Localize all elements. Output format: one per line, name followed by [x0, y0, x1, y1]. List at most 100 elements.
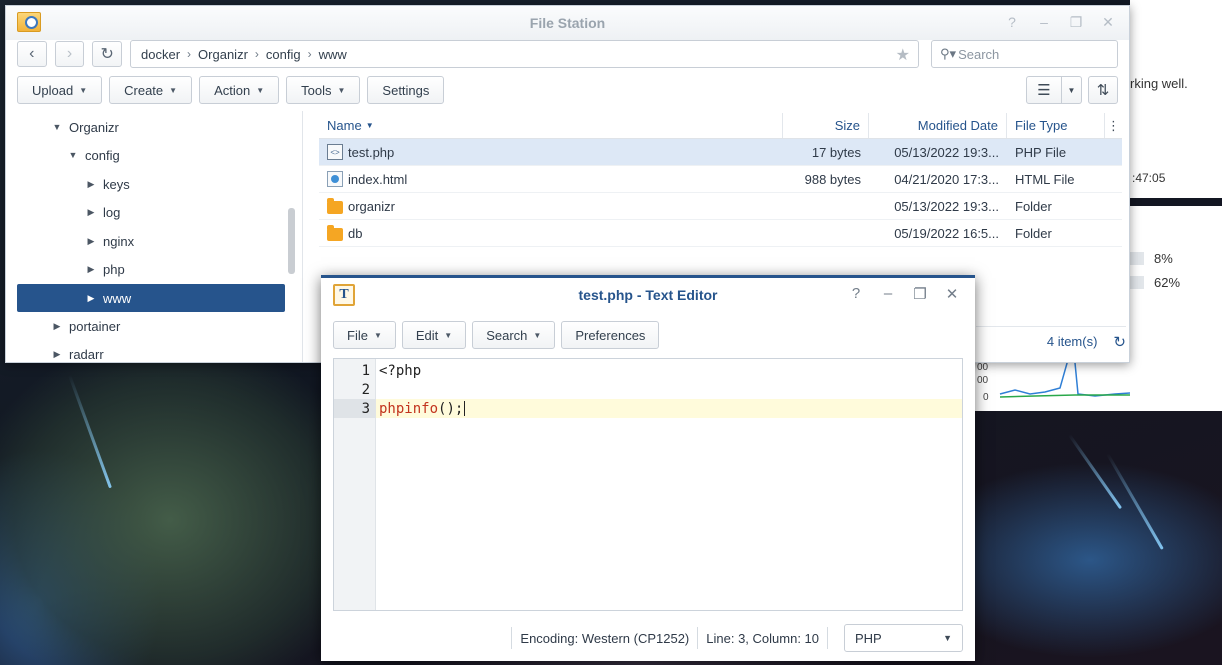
file-list: Name ▼ Size Modified Date File Type ⋮ <> t…: [319, 113, 1122, 247]
tree-item-label: keys: [103, 176, 130, 192]
file-list-status-bar: 4 item(s) ↻: [976, 326, 1126, 356]
upload-button[interactable]: Upload ▼: [17, 76, 103, 104]
preferences-button[interactable]: Preferences: [561, 321, 660, 349]
sort-button[interactable]: ⇅: [1088, 76, 1118, 104]
line-number: 3: [361, 400, 370, 417]
tree-item-keys[interactable]: ▶ keys: [17, 170, 130, 198]
tree-item-radarr[interactable]: ▶ radarr: [17, 340, 104, 362]
forward-button[interactable]: ›: [54, 41, 85, 67]
folder-icon: [327, 197, 343, 214]
close-icon[interactable]: ✕: [943, 285, 961, 303]
file-name: index.html: [348, 171, 408, 187]
tree-item-php[interactable]: ▶ php: [17, 255, 125, 283]
column-header-type[interactable]: File Type: [1007, 113, 1105, 138]
php-file-icon: <>: [327, 144, 343, 160]
encoding-status[interactable]: Encoding: Western (CP1252): [520, 631, 689, 646]
back-button[interactable]: ‹: [17, 41, 47, 67]
help-icon[interactable]: ?: [1003, 14, 1021, 31]
file-type: Folder: [1015, 198, 1052, 214]
caret-right-icon[interactable]: ▶: [85, 179, 97, 190]
file-station-titlebar[interactable]: File Station ? – ❐ ✕: [6, 6, 1129, 40]
caret-right-icon[interactable]: ▶: [85, 236, 97, 247]
tree-item-www[interactable]: ▶ www: [17, 284, 285, 312]
caret-down-icon: ▼: [373, 330, 382, 340]
language-select[interactable]: PHP ▼: [844, 624, 963, 652]
file-row-organizr[interactable]: organizr 05/13/2022 19:3... Folder: [319, 193, 1122, 220]
file-modified: 05/19/2022 16:5...: [894, 225, 999, 241]
code-line-active[interactable]: 3 phpinfo();: [334, 399, 962, 418]
code-punctuation: ();: [438, 400, 464, 417]
file-row-test-php[interactable]: <> test.php 17 bytes 05/13/2022 19:3... P…: [319, 139, 1122, 166]
caret-down-icon[interactable]: ▼: [67, 150, 79, 160]
caret-down-icon: ▼: [256, 85, 265, 95]
tree-item-portainer[interactable]: ▶ portainer: [17, 312, 121, 340]
tree-scrollbar[interactable]: [288, 208, 295, 274]
action-button[interactable]: Action ▼: [199, 76, 280, 104]
close-icon[interactable]: ✕: [1099, 14, 1117, 31]
column-menu-icon[interactable]: ⋮: [1105, 113, 1122, 138]
maximize-icon[interactable]: ❐: [1067, 14, 1085, 31]
text-editor-titlebar[interactable]: T test.php - Text Editor ? – ❐ ✕: [321, 278, 975, 312]
edit-menu-button[interactable]: Edit ▼: [401, 321, 467, 349]
tools-button[interactable]: Tools ▼: [286, 76, 361, 104]
sort-desc-icon: ▼: [365, 121, 374, 130]
file-size: 988 bytes: [804, 171, 861, 187]
code-editor[interactable]: 1 <?php 2 3 phpinfo();: [333, 358, 963, 611]
column-header-modified[interactable]: Modified Date: [869, 113, 1007, 138]
code-line[interactable]: 1 <?php: [334, 361, 962, 380]
file-modified: 04/21/2020 17:3...: [894, 171, 999, 187]
caret-right-icon[interactable]: ▶: [85, 207, 97, 218]
chevron-right-icon: ›: [254, 47, 259, 61]
create-label: Create: [124, 82, 164, 98]
tree-item-config[interactable]: ▼ config: [17, 141, 120, 169]
caret-right-icon[interactable]: ▶: [51, 349, 63, 360]
breadcrumb-item-docker[interactable]: docker: [141, 47, 180, 62]
search-field[interactable]: ⚲▾: [931, 40, 1119, 68]
tree-item-label: php: [103, 261, 125, 277]
settings-label: Settings: [382, 82, 430, 98]
tools-label: Tools: [301, 82, 332, 98]
line-number: 2: [361, 381, 370, 398]
breadcrumb-item-config[interactable]: config: [266, 47, 301, 62]
create-button[interactable]: Create ▼: [109, 76, 193, 104]
breadcrumb-item-www[interactable]: www: [319, 47, 347, 62]
caret-down-icon[interactable]: ▼: [51, 122, 63, 132]
star-icon[interactable]: ★: [896, 45, 910, 65]
file-row-db[interactable]: db 05/19/2022 16:5... Folder: [319, 220, 1122, 247]
html-file-icon: [327, 171, 343, 187]
folder-tree: ▼ Organizr ▼ config ▶ keys ▶ log ▶ nginx ▶ php…: [17, 113, 301, 362]
minimize-icon[interactable]: –: [1035, 14, 1053, 31]
tree-item-nginx[interactable]: ▶ nginx: [17, 227, 135, 255]
search-input[interactable]: [958, 46, 1099, 62]
caret-down-icon: ▼: [337, 85, 346, 95]
file-row-index-html[interactable]: index.html 988 bytes 04/21/2020 17:3... …: [319, 166, 1122, 193]
code-keyword: phpinfo: [379, 400, 439, 417]
tree-item-log[interactable]: ▶ log: [17, 198, 121, 226]
list-view-button[interactable]: ☰: [1026, 76, 1062, 104]
code-line[interactable]: 2: [334, 380, 962, 399]
tree-item-organizr[interactable]: ▼ Organizr: [17, 113, 119, 141]
breadcrumb-item-organizr[interactable]: Organizr: [198, 47, 248, 62]
file-menu-button[interactable]: File ▼: [333, 321, 396, 349]
help-icon[interactable]: ?: [847, 285, 865, 303]
caret-right-icon[interactable]: ▶: [85, 264, 97, 275]
view-mode-dropdown[interactable]: ▼: [1062, 76, 1082, 104]
language-value: PHP: [855, 630, 882, 646]
chevron-right-icon: ›: [307, 47, 312, 61]
tree-item-label: portainer: [69, 318, 121, 334]
breadcrumb[interactable]: docker › Organizr › config › www ★: [130, 40, 920, 68]
search-menu-button[interactable]: Search ▼: [472, 321, 556, 349]
caret-right-icon[interactable]: ▶: [51, 321, 63, 332]
refresh-icon[interactable]: ↻: [1113, 333, 1126, 351]
column-header-size[interactable]: Size: [783, 113, 869, 138]
column-header-name[interactable]: Name ▼: [319, 113, 783, 138]
line-number: 1: [361, 362, 370, 379]
minimize-icon[interactable]: –: [879, 285, 897, 303]
search-icon: ⚲▾: [940, 46, 957, 61]
caret-right-icon[interactable]: ▶: [85, 293, 97, 304]
refresh-button[interactable]: ↻: [92, 41, 123, 67]
background-time-text: :47:05: [1132, 171, 1166, 185]
settings-button[interactable]: Settings: [367, 76, 445, 104]
pane-splitter[interactable]: [302, 111, 303, 362]
maximize-icon[interactable]: ❐: [911, 285, 929, 303]
